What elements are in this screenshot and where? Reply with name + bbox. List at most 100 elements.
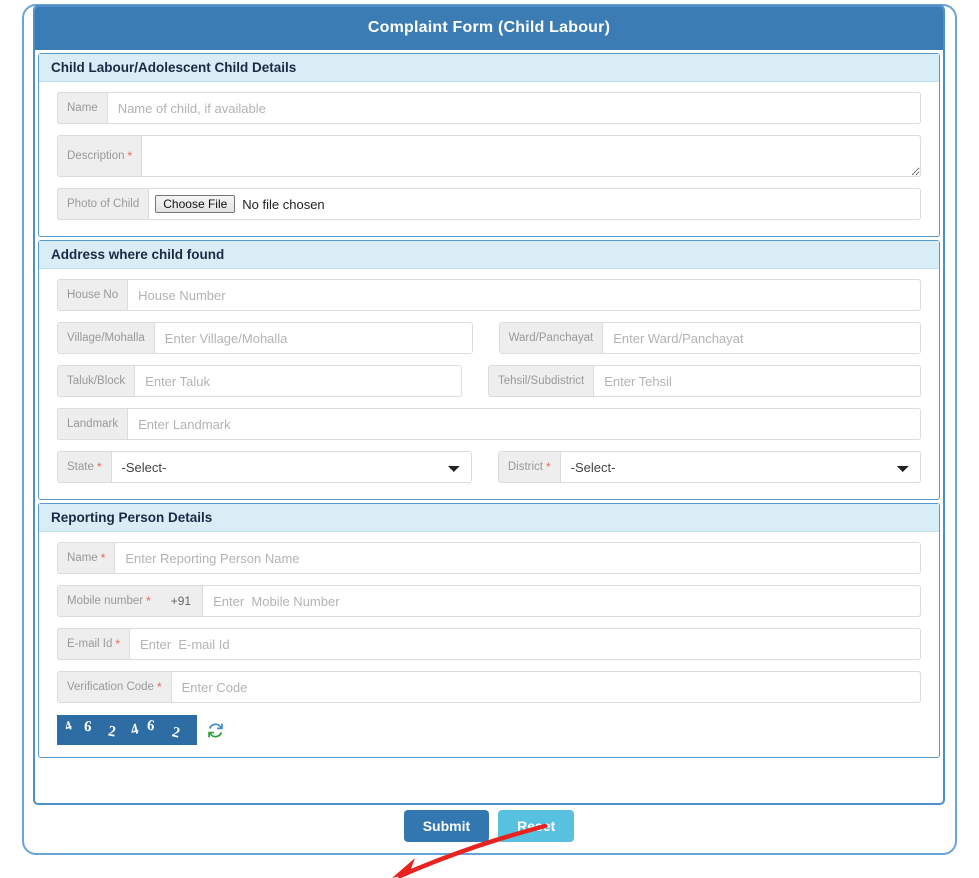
field-mobile-number: Mobile number * +91: [57, 585, 921, 617]
field-email: E-mail Id *: [57, 628, 921, 660]
label-ward-panchayat-text: Ward/Panchayat: [508, 332, 594, 344]
screenshot-root: Complaint Form (Child Labour) Child Labo…: [0, 0, 979, 878]
country-code-prefix: +91: [159, 585, 203, 617]
required-asterisk: *: [156, 680, 162, 694]
verification-code-input[interactable]: [170, 671, 921, 703]
field-ward-panchayat: Ward/Panchayat: [498, 322, 922, 354]
form-action-bar: Submit Reset: [33, 810, 945, 842]
label-ward-panchayat: Ward/Panchayat: [498, 322, 603, 354]
state-select[interactable]: -Select-: [110, 451, 472, 483]
label-child-photo: Photo of Child: [57, 188, 149, 220]
village-mohalla-input[interactable]: [153, 322, 473, 354]
refresh-icon[interactable]: [206, 721, 225, 740]
label-reporter-name-text: Name: [67, 552, 98, 564]
label-child-description: Description *: [57, 135, 142, 177]
row-landmark: Landmark: [57, 408, 921, 440]
captcha-digit: 4: [129, 721, 141, 739]
form-header: Complaint Form (Child Labour): [35, 7, 943, 50]
label-house-no-text: House No: [67, 289, 119, 301]
label-village-mohalla: Village/Mohalla: [57, 322, 154, 354]
label-taluk-block-text: Taluk/Block: [67, 375, 126, 387]
field-reporter-name: Name *: [57, 542, 921, 574]
row-taluk-tehsil: Taluk/Block Tehsil/Subdistrict: [57, 365, 921, 397]
house-no-input[interactable]: [127, 279, 921, 311]
captcha-row: 4 6 2 4 6 2: [57, 715, 921, 745]
row-email: E-mail Id *: [57, 628, 921, 660]
complaint-form-panel: Complaint Form (Child Labour) Child Labo…: [33, 5, 945, 805]
mobile-number-input[interactable]: [202, 585, 921, 617]
row-child-photo: Photo of Child Choose File No file chose…: [57, 188, 921, 220]
required-asterisk: *: [96, 460, 102, 474]
section-header-reporting-person: Reporting Person Details: [39, 504, 939, 532]
label-child-name: Name: [57, 92, 107, 124]
required-asterisk: *: [146, 594, 151, 608]
section-header-address: Address where child found: [39, 241, 939, 269]
label-verification-code: Verification Code *: [57, 671, 171, 703]
field-child-photo: Photo of Child Choose File No file chose…: [57, 188, 921, 220]
ward-panchayat-input[interactable]: [602, 322, 922, 354]
reporter-name-input[interactable]: [114, 542, 921, 574]
page-title: Complaint Form (Child Labour): [367, 19, 611, 36]
row-mobile-number: Mobile number * +91: [57, 585, 921, 617]
required-asterisk: *: [127, 149, 133, 163]
field-verification-code: Verification Code *: [57, 671, 921, 703]
field-tehsil-subdistrict: Tehsil/Subdistrict: [487, 365, 921, 397]
row-reporter-name: Name *: [57, 542, 921, 574]
captcha-digit: 2: [106, 723, 117, 741]
required-asterisk: *: [546, 460, 551, 474]
captcha-digit: 2: [170, 724, 182, 742]
section-body-child-details: Name Description *: [39, 82, 939, 236]
section-body-address: House No Village/Mohalla Ward/P: [39, 269, 939, 499]
submit-button[interactable]: Submit: [403, 810, 490, 842]
row-house-no: House No: [57, 279, 921, 311]
row-village-ward: Village/Mohalla Ward/Panchayat: [57, 322, 922, 354]
label-child-photo-text: Photo of Child: [67, 198, 140, 210]
field-landmark: Landmark: [57, 408, 921, 440]
required-asterisk: *: [100, 551, 106, 565]
file-status-text: No file chosen: [242, 196, 325, 212]
section-header-child-details: Child Labour/Adolescent Child Details: [39, 54, 939, 82]
label-district: District *: [497, 451, 560, 483]
section-address: Address where child found House No Villa…: [38, 240, 940, 500]
section-child-details: Child Labour/Adolescent Child Details Na…: [38, 53, 940, 237]
label-village-mohalla-text: Village/Mohalla: [67, 332, 145, 344]
label-district-text: District: [507, 461, 543, 473]
label-tehsil-subdistrict: Tehsil/Subdistrict: [487, 365, 594, 397]
landmark-input[interactable]: [127, 408, 921, 440]
label-tehsil-subdistrict-text: Tehsil/Subdistrict: [497, 375, 585, 387]
row-state-district: State * -Select- District * -Select-: [57, 451, 921, 483]
email-input[interactable]: [129, 628, 921, 660]
label-state-text: State: [67, 461, 94, 473]
label-mobile-number-text: Mobile number: [67, 595, 144, 607]
section-reporting-person: Reporting Person Details Name * Mobil: [38, 503, 940, 758]
tehsil-subdistrict-input[interactable]: [593, 365, 921, 397]
reset-button[interactable]: Reset: [498, 810, 575, 842]
taluk-block-input[interactable]: [134, 365, 462, 397]
captcha-digit: 4: [62, 717, 74, 734]
field-taluk-block: Taluk/Block: [57, 365, 462, 397]
label-landmark-text: Landmark: [67, 418, 119, 430]
child-description-textarea[interactable]: [141, 135, 921, 177]
field-state: State * -Select-: [57, 451, 472, 483]
field-district: District * -Select-: [497, 451, 921, 483]
row-verification-code: Verification Code *: [57, 671, 921, 703]
label-child-description-text: Description: [67, 150, 125, 162]
captcha-digit: 6: [146, 717, 156, 735]
field-child-name: Name: [57, 92, 921, 124]
row-child-name: Name: [57, 92, 921, 124]
label-child-name-text: Name: [67, 102, 98, 114]
required-asterisk: *: [115, 637, 121, 651]
label-mobile-number: Mobile number *: [57, 585, 160, 617]
label-email-text: E-mail Id: [67, 638, 113, 650]
choose-file-button[interactable]: Choose File: [155, 195, 236, 213]
label-house-no: House No: [57, 279, 128, 311]
label-reporter-name: Name *: [57, 542, 115, 574]
district-select[interactable]: -Select-: [559, 451, 921, 483]
label-landmark: Landmark: [57, 408, 128, 440]
child-name-input[interactable]: [106, 92, 921, 124]
section-body-reporting-person: Name * Mobile number * +91: [39, 532, 939, 757]
child-photo-file-input[interactable]: Choose File No file chosen: [148, 188, 921, 220]
captcha-digit: 6: [83, 718, 93, 736]
row-child-description: Description *: [57, 135, 921, 177]
captcha-image: 4 6 2 4 6 2: [57, 715, 197, 745]
